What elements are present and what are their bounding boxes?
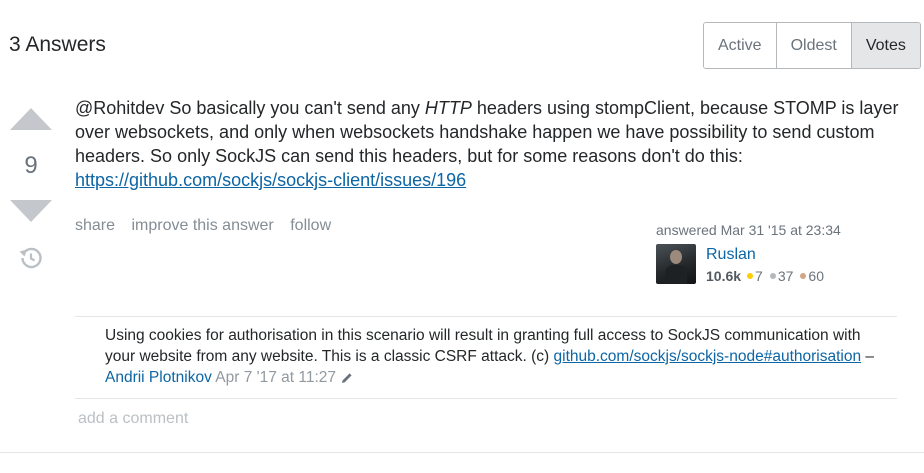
pencil-icon[interactable] (340, 371, 354, 385)
comment-link[interactable]: github.com/sockjs/sockjs-node#authorisat… (554, 348, 862, 365)
follow-link[interactable]: follow (290, 217, 331, 234)
sort-tabs: Active Oldest Votes (703, 22, 921, 69)
bronze-badge-count: 60 (808, 268, 824, 284)
arrow-down-icon[interactable] (10, 200, 52, 222)
tab-votes[interactable]: Votes (850, 23, 920, 68)
silver-badge-icon (769, 273, 776, 279)
silver-badge-count: 37 (777, 268, 794, 284)
user-reputation: 10.6k 7 37 60 (706, 268, 831, 284)
reputation-score: 10.6k (706, 268, 742, 284)
comment-date: Apr 7 '17 at 11:27 (215, 369, 337, 386)
post-menu: share improve this answer follow (75, 217, 343, 235)
arrow-up-icon[interactable] (10, 108, 52, 130)
divider (0, 452, 924, 453)
tab-oldest[interactable]: Oldest (775, 23, 851, 68)
comment-user-link[interactable]: Andrii Plotnikov (105, 369, 212, 386)
answer-text-start: @Rohitdev So basically you can't send an… (75, 98, 425, 118)
answer-body: @Rohitdev So basically you can't send an… (75, 96, 905, 192)
answer-issue-link[interactable]: https://github.com/sockjs/sockjs-client/… (75, 170, 466, 190)
share-link[interactable]: share (75, 217, 115, 234)
vote-count: 9 (24, 152, 38, 179)
avatar[interactable] (656, 244, 696, 284)
bronze-badge-icon (800, 273, 807, 279)
comment-separator: – (861, 348, 875, 365)
answers-header: 3 Answers Active Oldest Votes (0, 0, 924, 90)
comment: Using cookies for authorisation in this … (75, 317, 897, 398)
user-name-link[interactable]: Ruslan (706, 246, 756, 264)
history-icon[interactable] (18, 245, 44, 271)
gold-badge-icon (747, 273, 754, 279)
user-info-card: answered Mar 31 '15 at 23:34 Ruslan 10.6… (656, 222, 906, 284)
comments-list: Using cookies for authorisation in this … (75, 316, 897, 399)
answered-time: answered Mar 31 '15 at 23:34 (656, 222, 841, 238)
gold-badge-count: 7 (755, 268, 763, 284)
add-comment-link[interactable]: add a comment (78, 410, 188, 428)
answer-text-emphasis: HTTP (424, 98, 472, 118)
answers-count-heading: 3 Answers (9, 33, 106, 56)
improve-answer-link[interactable]: improve this answer (131, 217, 273, 234)
tab-active[interactable]: Active (704, 23, 776, 68)
